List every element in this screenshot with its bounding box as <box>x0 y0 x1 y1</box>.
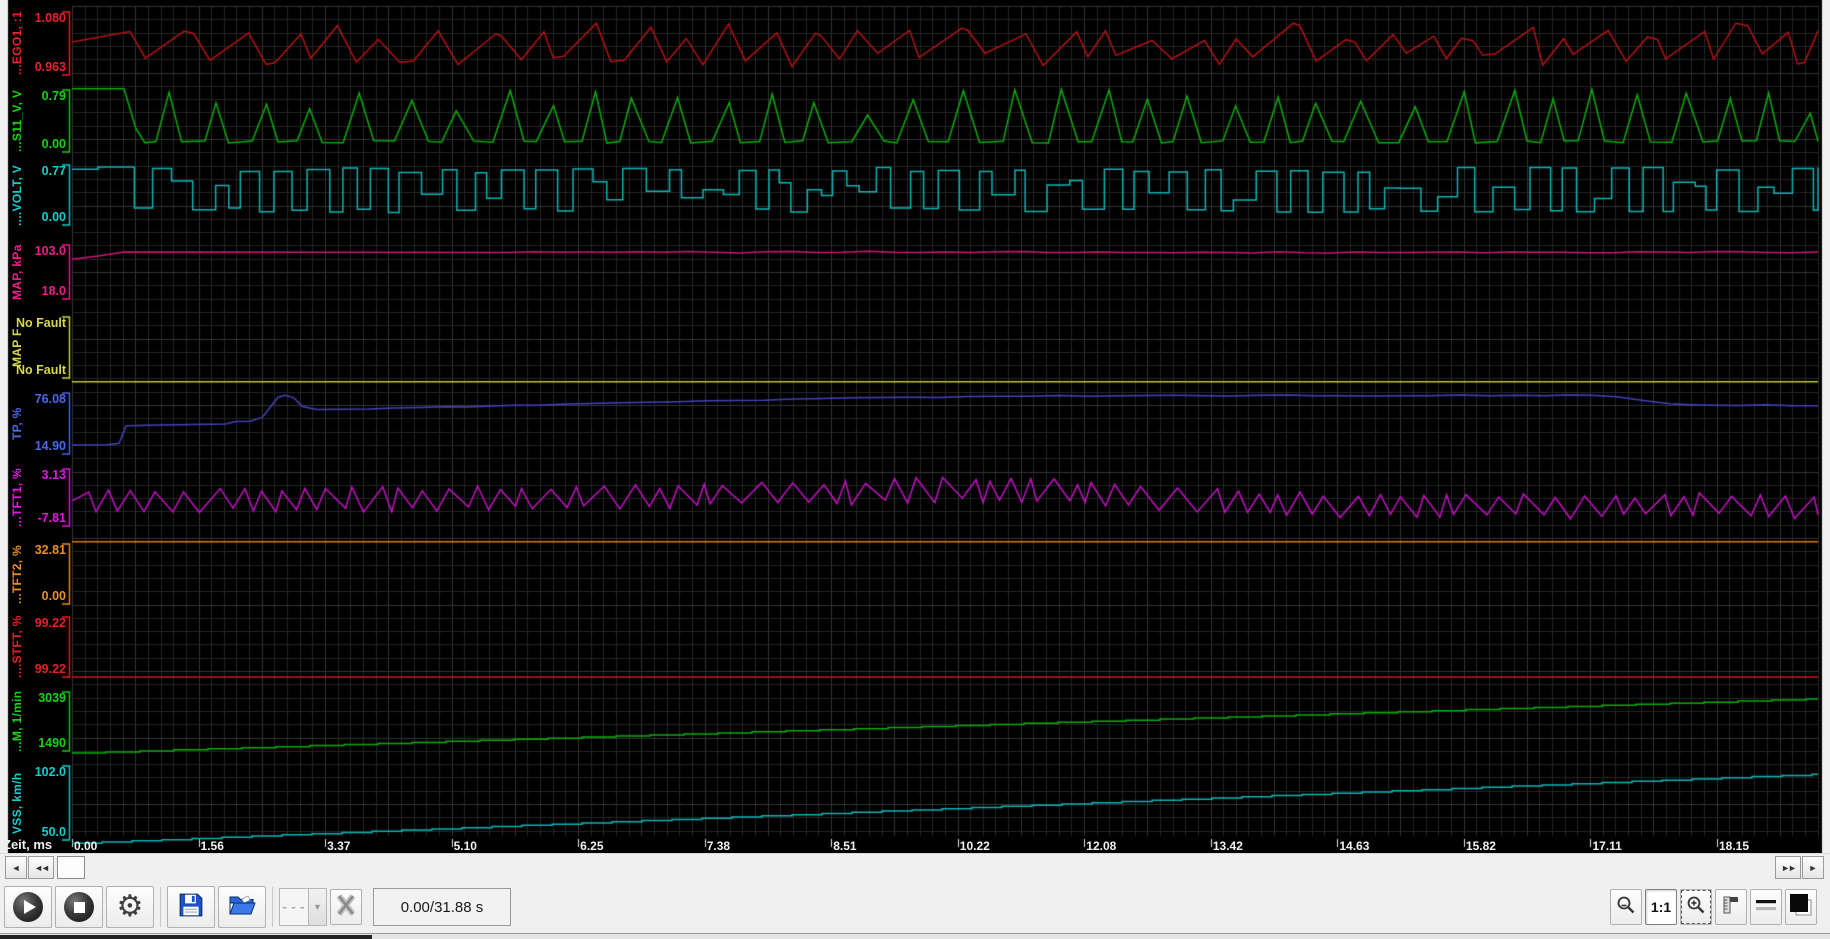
scrollbar-track[interactable] <box>85 856 1775 879</box>
scroll-fast-right-button[interactable]: ►► <box>1775 856 1801 879</box>
line-thickness-icon <box>1755 897 1777 918</box>
chevron-down-icon: ▼ <box>308 889 326 925</box>
open-file-button[interactable] <box>218 886 266 928</box>
time-scrollbar: ◄ ◄◄ ►► ► <box>0 853 1830 881</box>
waveform-canvas[interactable] <box>0 0 1830 853</box>
scrollbar-thumb[interactable] <box>57 856 85 879</box>
zoom-out-button[interactable] <box>1610 889 1642 925</box>
crossed-out-icon <box>334 893 358 922</box>
bottom-edge <box>0 933 1830 939</box>
line-width-button[interactable] <box>1750 889 1782 925</box>
scroll-step-right-button[interactable]: ► <box>1802 856 1824 879</box>
color-swatch-icon <box>1789 893 1813 922</box>
stop-button[interactable] <box>55 886 103 928</box>
background-color-button[interactable] <box>1785 889 1817 925</box>
fast-left-icon: ◄◄ <box>34 863 48 873</box>
markers-off-button[interactable] <box>330 889 362 925</box>
magnifier-minus-icon <box>1616 895 1636 920</box>
line-style-value: --- <box>280 889 308 925</box>
zoom-ratio-label: 1:1 <box>1651 899 1671 915</box>
open-folder-icon <box>228 892 256 923</box>
ruler-icon <box>1721 895 1741 920</box>
gear-icon: ⚙ <box>117 892 144 922</box>
settings-button[interactable]: ⚙ <box>106 886 154 928</box>
scroll-step-left-button[interactable]: ◄ <box>5 856 27 879</box>
time-position-display: 0.00/31.88 s <box>373 888 511 926</box>
magnifier-plus-icon <box>1686 895 1706 920</box>
zoom-toolbar: 1:1 <box>1610 889 1820 925</box>
toolbar-separator <box>160 887 161 927</box>
time-position-value: 0.00/31.88 s <box>401 899 484 916</box>
step-left-icon: ◄ <box>12 863 21 873</box>
chart-panel: ...EGO1, :11.0800.963...S11_V, V0.790.00… <box>0 0 1830 853</box>
step-right-icon: ► <box>1809 863 1818 873</box>
stop-icon <box>64 892 94 922</box>
zoom-1to1-button[interactable]: 1:1 <box>1645 889 1677 925</box>
data-logger-window: ...EGO1, :11.0800.963...S11_V, V0.790.00… <box>0 0 1830 939</box>
fast-right-icon: ►► <box>1781 863 1795 873</box>
toolbar-separator <box>272 887 273 927</box>
save-button[interactable] <box>167 886 215 928</box>
bottom-dark-strip <box>0 935 372 939</box>
main-toolbar: ⚙ <box>0 881 1830 933</box>
measure-button[interactable] <box>1715 889 1747 925</box>
play-button[interactable] <box>4 886 52 928</box>
scroll-fast-left-button[interactable]: ◄◄ <box>28 856 54 879</box>
play-icon <box>13 892 43 922</box>
zoom-in-select-button[interactable] <box>1680 889 1712 925</box>
line-style-select[interactable]: --- ▼ <box>279 888 327 926</box>
floppy-save-icon <box>178 892 204 923</box>
